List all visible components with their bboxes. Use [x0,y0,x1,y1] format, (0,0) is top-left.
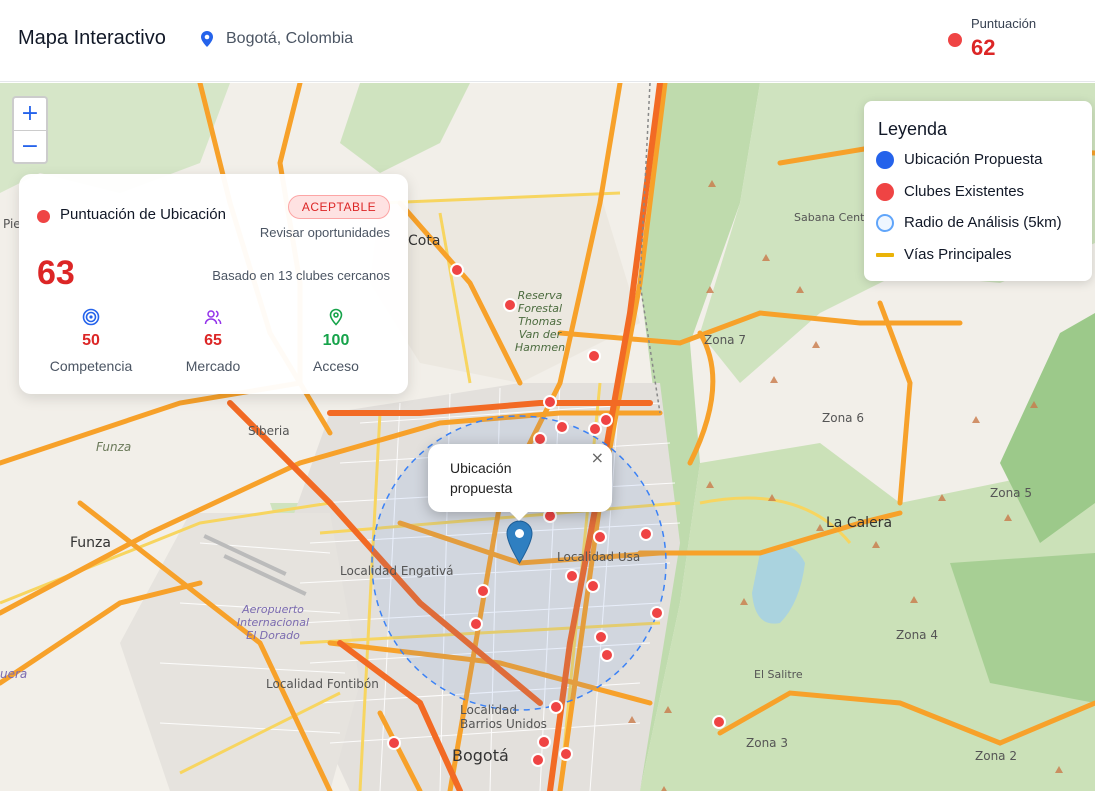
popup-close-button[interactable]: × [591,448,604,467]
status-badge: ACEPTABLE [288,195,390,219]
map-label-zona4: Zona 4 [896,628,938,642]
map-canvas[interactable]: Cota Siberia Funza Funza Localidad Engat… [0,83,1095,791]
analysis-radius-swatch [876,214,894,232]
score-card-title: Puntuación de Ubicación [60,206,226,223]
map-label-engativa: Localidad Engativá [340,564,454,578]
metric-competencia: 50 Competencia [31,308,151,374]
map-label-la-calera: La Calera [826,515,893,531]
metric-label: Competencia [49,358,133,374]
map-label-cota: Cota [408,233,441,249]
legend-item-label: Ubicación Propuesta [904,151,1043,168]
metric-value: 50 [82,332,100,349]
main-roads-swatch [876,253,894,257]
legend-item-label: Radio de Análisis (5km) [904,214,1062,231]
map-label-funza-small: Funza [96,440,132,454]
target-icon [82,308,100,326]
legend-title: Leyenda [878,119,948,139]
metric-value: 100 [322,332,350,349]
legend-item-label: Vías Principales [904,246,1012,263]
map-label-funza: Funza [70,535,111,551]
users-icon [204,310,222,325]
map-legend: Leyenda Ubicación Propuesta Clubes Exist… [864,101,1092,281]
metric-acceso: 100 Acceso [276,308,396,374]
map-label-usaquen: Localidad Usa [557,550,641,564]
proposed-location-swatch [876,151,894,169]
map-label-sabana: Sabana Centr [794,211,869,224]
score-status-dot [37,210,50,223]
score-card-subtitle: Revisar oportunidades [259,225,390,240]
map-label-zona6: Zona 6 [822,411,864,425]
map-label-bogota: Bogotá [452,746,509,765]
score-label: Puntuación [971,16,1037,31]
app-title: Mapa Interactivo [18,27,166,49]
zoom-control: + − [12,96,48,164]
location-popup: Ubicación propuesta × [428,444,612,521]
location-text: Bogotá, Colombia [226,30,354,47]
existing-clubs-swatch [876,183,894,201]
metric-label: Mercado [185,358,241,374]
legend-item-label: Clubes Existentes [904,183,1025,200]
metric-value: 65 [204,332,222,349]
map-label-aeropuerto: Aeropuerto Internacional El Dorado [236,603,310,642]
location-score-card: Puntuación de Ubicación ACEPTABLE Revisa… [19,174,408,394]
map-label-barrios-unidos: Localidad Barrios Unidos [460,703,547,731]
metric-label: Acceso [313,358,359,374]
map-label-zona7: Zona 7 [704,333,746,347]
map-label-siberia: Siberia [248,424,290,438]
zoom-out-button[interactable]: − [14,130,46,162]
metric-mercado: 65 Mercado [153,308,273,374]
score-indicator-dot [948,33,962,47]
map-pin-icon [329,308,343,326]
app-header: Mapa Interactivo Bogotá, Colombia Puntua… [0,0,1095,82]
map-label-reserva: Reserva Forestal Thomas Van der Hammen [514,289,566,354]
map-label-fontibon: Localidad Fontibón [266,677,379,691]
map-label-zona5: Zona 5 [990,486,1032,500]
map-label-zona2: Zona 2 [975,749,1017,763]
score-card-based-on: Basado en 13 clubes cercanos [212,268,390,283]
map-label-uera: uera [0,667,28,681]
proposed-location-marker[interactable] [506,520,533,564]
score-value: 62 [971,35,996,60]
zoom-in-button[interactable]: + [14,98,46,130]
map-label-zona3: Zona 3 [746,736,788,750]
map-pin-icon [201,31,213,47]
score-card-value: 63 [37,254,75,292]
map-label-el-salitre: El Salitre [754,668,803,681]
popup-text: Ubicación propuesta [450,460,513,496]
